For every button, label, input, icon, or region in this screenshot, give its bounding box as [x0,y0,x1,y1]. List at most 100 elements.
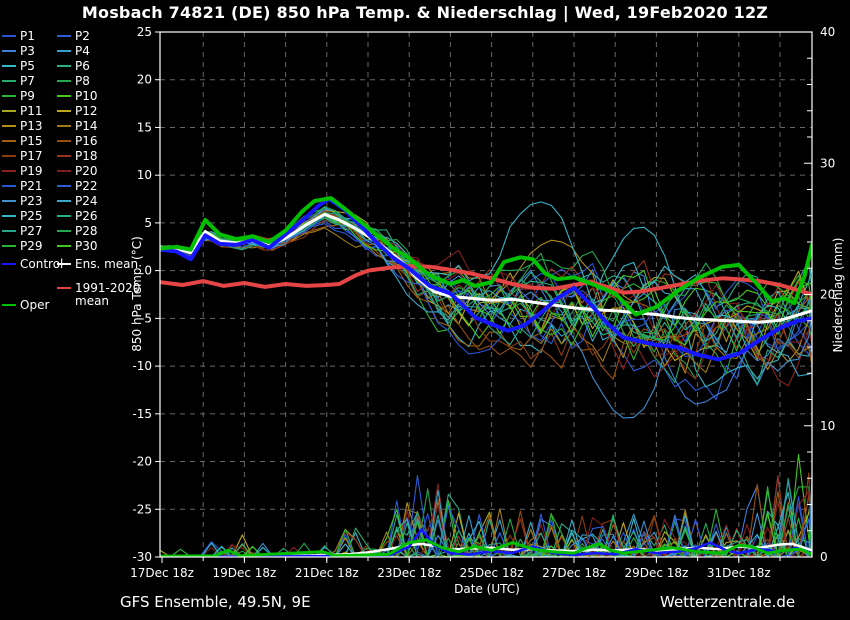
legend-item-p9-label: P9 [20,90,35,102]
legend-item-p20: P20 [57,165,98,177]
legend-item-p19-label: P19 [20,165,43,177]
legend-item-p2-label: P2 [75,30,90,42]
x-tick-label: 31Dec 18z [707,566,771,580]
legend-item-p24-label: P24 [75,195,98,207]
legend-item-p19-swatch [2,170,16,172]
legend-item-p28-label: P28 [75,225,98,237]
legend-item-p20-swatch [57,170,71,172]
legend-item-p12: P12 [57,105,98,117]
legend-item-p1: P1 [2,30,35,42]
legend-item-climate-swatch [57,287,71,289]
legend-item-control: Control [2,258,63,270]
x-tick-label: 19Dec 18z [212,566,276,580]
left-tick-label: 15 [137,120,152,134]
legend-item-p28-swatch [57,230,71,232]
x-axis-title: Date (UTC) [454,582,520,596]
legend-item-p5-swatch [2,65,16,67]
left-tick-label: -30 [132,550,152,564]
watermark-text: Wetterzentrale.de [660,593,795,611]
legend-item-p11-swatch [2,110,16,112]
plot-area [160,198,812,557]
legend-item-p8-label: P8 [75,75,90,87]
legend-item-p6-swatch [57,65,71,67]
legend-item-p10-label: P10 [75,90,98,102]
legend-item-p22: P22 [57,180,98,192]
meteogram-page: Mosbach 74821 (DE) 850 hPa Temp. & Niede… [0,0,850,620]
legend-item-p3-label: P3 [20,45,35,57]
legend-item-p11-label: P11 [20,105,43,117]
legend-item-p3-swatch [2,50,16,52]
legend-item-p7-swatch [2,80,16,82]
legend-item-p23-label: P23 [20,195,43,207]
right-axis-title: Niederschlag (mm) [831,238,845,353]
legend-item-ens_mean: Ens. mean [57,258,138,270]
left-tick-label: 20 [137,73,152,87]
legend-item-p22-label: P22 [75,180,98,192]
left-tick-label: -15 [132,407,152,421]
legend-item-p25-swatch [2,215,16,217]
legend-item-p3: P3 [2,45,35,57]
legend-item-p8-swatch [57,80,71,82]
legend-item-p2-swatch [57,35,71,37]
legend-item-p13-label: P13 [20,120,43,132]
legend-item-p30-label: P30 [75,240,98,252]
legend-item-p21-label: P21 [20,180,43,192]
ensemble-member-precip-lines [160,455,812,557]
legend-item-p15-label: P15 [20,135,43,147]
right-tick-label: 10 [820,419,835,433]
legend-item-oper: Oper [2,299,49,311]
legend-item-p24-swatch [57,200,71,202]
legend-item-p14: P14 [57,120,98,132]
left-tick-label: 5 [144,216,152,230]
legend-item-p17-swatch [2,155,16,157]
legend-item-ens_mean-swatch [57,263,71,265]
x-tick-label: 27Dec 18z [542,566,606,580]
legend-item-p29: P29 [2,240,43,252]
legend-item-p25-label: P25 [20,210,43,222]
left-tick-label: 10 [137,168,152,182]
legend-item-p13: P13 [2,120,43,132]
left-tick-label: -25 [132,502,152,516]
legend-item-p21: P21 [2,180,43,192]
legend-item-p4-label: P4 [75,45,90,57]
legend-item-oper-swatch [2,304,16,306]
legend-item-p19: P19 [2,165,43,177]
legend-item-oper-label: Oper [20,299,49,311]
legend-item-climate-label-line2: mean [75,295,109,307]
left-tick-label: -20 [132,455,152,469]
legend-item-p20-label: P20 [75,165,98,177]
legend-item-p30-swatch [57,245,71,247]
legend-item-p24: P24 [57,195,98,207]
legend-item-p30: P30 [57,240,98,252]
legend-item-control-swatch [2,263,16,265]
legend-item-p13-swatch [2,125,16,127]
legend-item-p17-label: P17 [20,150,43,162]
legend-item-p26: P26 [57,210,98,222]
legend-item-p16: P16 [57,135,98,147]
legend-item-p22-swatch [57,185,71,187]
left-tick-label: -10 [132,359,152,373]
legend-item-ens_mean-label: Ens. mean [75,258,138,270]
legend-item-p14-swatch [57,125,71,127]
legend-item-p6: P6 [57,60,90,72]
legend-item-p2: P2 [57,30,90,42]
right-tick-label: 0 [820,550,828,564]
x-tick-label: 23Dec 18z [377,566,441,580]
legend-item-p8: P8 [57,75,90,87]
legend-item-p15-swatch [2,140,16,142]
legend-item-p4-swatch [57,50,71,52]
x-tick-label: 25Dec 18z [460,566,524,580]
legend-item-p9: P9 [2,90,35,102]
legend-item-climate: 1991-2020 [57,282,140,294]
legend-item-p15: P15 [2,135,43,147]
legend-item-p21-swatch [2,185,16,187]
x-tick-label: 21Dec 18z [295,566,359,580]
legend-item-p28: P28 [57,225,98,237]
left-axis-title: 850 hPa Temp. (°C) [130,236,144,352]
legend-item-p27-swatch [2,230,16,232]
legend-item-p1-swatch [2,35,16,37]
legend-item-p23-swatch [2,200,16,202]
legend-item-p10: P10 [57,90,98,102]
right-tick-label: 40 [820,25,835,39]
legend-item-p9-swatch [2,95,16,97]
